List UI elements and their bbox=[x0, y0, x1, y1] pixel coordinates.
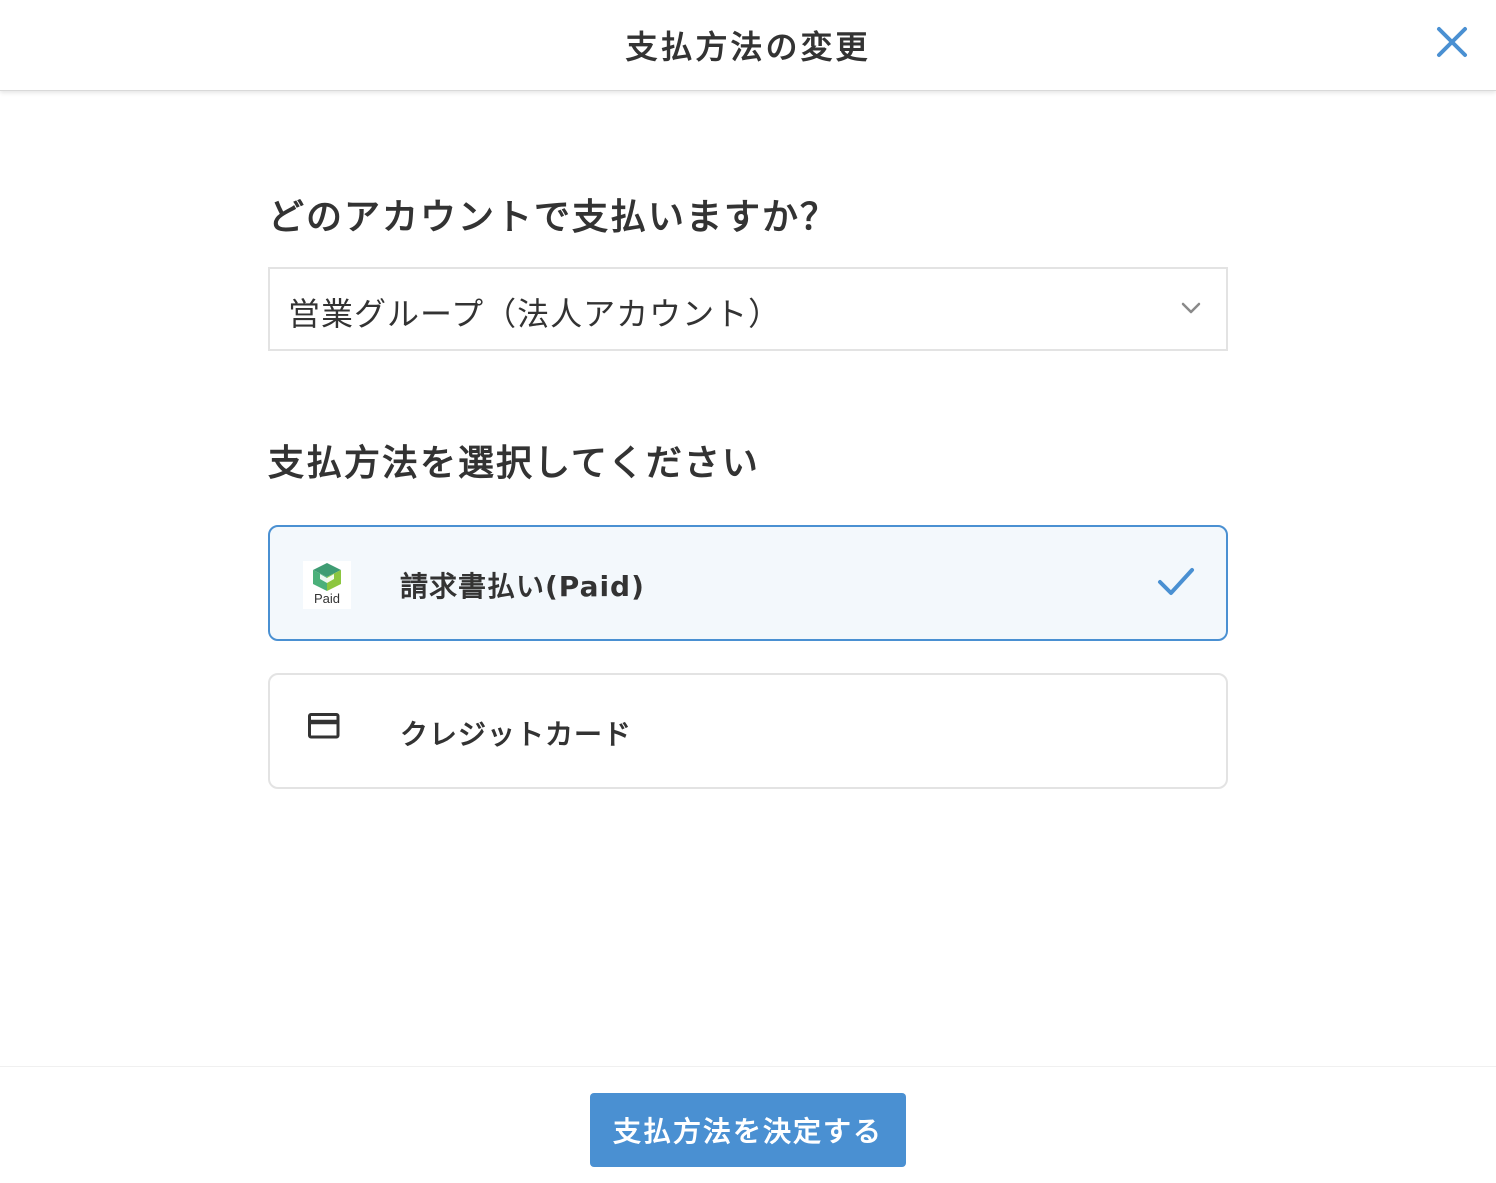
credit-card-icon bbox=[308, 713, 340, 739]
payment-option-label: クレジットカード bbox=[400, 718, 633, 751]
account-section-heading: どのアカウントで支払いますか？ bbox=[268, 197, 839, 238]
modal-header: 支払方法の変更 bbox=[0, 0, 1496, 91]
close-button[interactable] bbox=[1424, 14, 1480, 70]
payment-option-label: 請求書払い(Paid) bbox=[400, 570, 645, 603]
paid-logo-icon: Paid bbox=[303, 561, 351, 609]
payment-option-paid[interactable]: Paid 請求書払い(Paid) bbox=[268, 525, 1228, 641]
modal-title: 支払方法の変更 bbox=[625, 28, 871, 66]
chevron-down-icon bbox=[1181, 302, 1201, 314]
check-icon bbox=[1158, 568, 1194, 595]
paid-logo-text: Paid bbox=[313, 591, 341, 606]
modal-footer: 支払方法を決定する bbox=[0, 1066, 1496, 1183]
account-select[interactable]: 営業グループ（法人アカウント） bbox=[268, 267, 1228, 351]
confirm-payment-method-button[interactable]: 支払方法を決定する bbox=[590, 1093, 906, 1167]
close-icon bbox=[1437, 27, 1467, 57]
payment-option-credit-card[interactable]: クレジットカード bbox=[268, 673, 1228, 789]
payment-method-heading: 支払方法を選択してください bbox=[268, 443, 760, 484]
account-select-value: 営業グループ（法人アカウント） bbox=[288, 295, 782, 333]
